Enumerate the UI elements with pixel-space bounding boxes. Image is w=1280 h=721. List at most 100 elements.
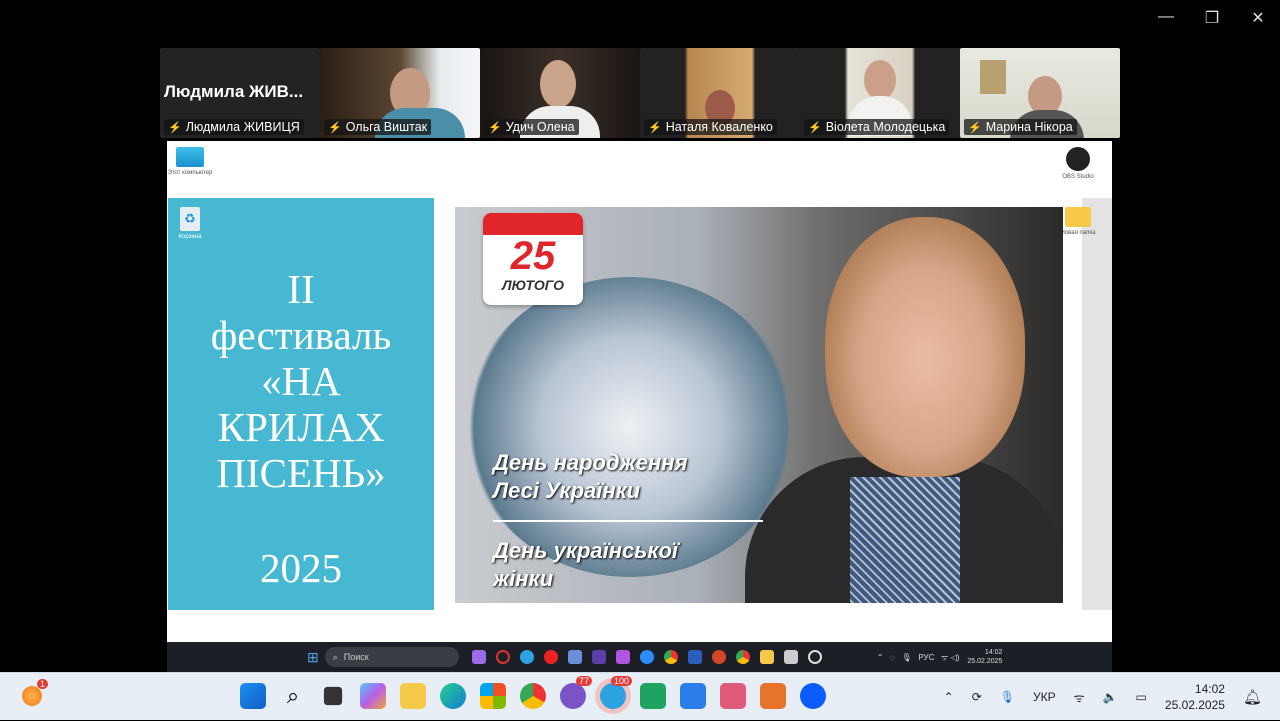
task-view-button[interactable]	[323, 686, 343, 706]
app-icon	[567, 650, 582, 664]
participant-tile[interactable]: ⚡ Наталя Коваленко	[640, 48, 800, 138]
participant-name-large: Людмила ЖИВ...	[164, 82, 304, 101]
caption-divider	[493, 520, 763, 522]
restore-button[interactable]: ❐	[1200, 8, 1224, 28]
store-button[interactable]	[480, 683, 506, 709]
notification-badge: 1	[36, 679, 48, 689]
chrome-icon	[735, 650, 750, 664]
viber-button[interactable]: 77	[560, 676, 592, 709]
shared-search-box: ⌕ Поиск	[324, 647, 459, 667]
sync-icon[interactable]: ⟳	[972, 690, 982, 704]
shared-screen: II фестиваль «НА КРИЛАХ ПІСЕНЬ» 2025 Это…	[167, 141, 1112, 672]
desktop-icon-this-pc[interactable]: Этот компьютер	[165, 147, 215, 176]
file-explorer-button[interactable]	[400, 683, 426, 709]
participant-name: Ольга Виштак	[345, 120, 428, 134]
festival-title-panel: II фестиваль «НА КРИЛАХ ПІСЕНЬ» 2025	[168, 198, 434, 610]
muted-mic-icon: ⚡	[968, 121, 982, 134]
battery-icon[interactable]: ▭	[1136, 690, 1147, 704]
powerpoint-icon	[711, 650, 726, 664]
clipchamp-icon	[615, 650, 630, 664]
opera-icon	[543, 650, 558, 664]
chrome-icon	[663, 650, 678, 664]
calendar-badge: 25 ЛЮТОГО	[483, 213, 583, 305]
desktop-icon-label: OBS Studio	[1062, 174, 1094, 180]
participant-tile-active-speaker[interactable]: ⚡ Віолета Молодецька	[800, 48, 960, 138]
shared-tray: ⌃ ◌ 🎙 РУС ᯤ ◁)	[876, 652, 960, 662]
file-explorer-icon	[759, 650, 774, 664]
telegram-icon	[519, 650, 534, 664]
word-icon	[687, 650, 702, 664]
docs-button[interactable]	[680, 683, 706, 709]
participant-name: Наталя Коваленко	[665, 120, 773, 134]
desktop-icon-recycle-bin[interactable]: ♻ Корзина	[165, 207, 215, 240]
microphone-icon[interactable]: 🎙	[1000, 690, 1015, 704]
desktop-background	[1082, 198, 1112, 610]
notification-bell-icon[interactable]: 🔔︎	[1243, 688, 1262, 706]
recycle-bin-icon: ♻	[180, 207, 200, 231]
monitor-icon	[176, 147, 204, 167]
bouquet-image	[465, 277, 795, 577]
obs-icon	[807, 650, 822, 664]
wifi-icon[interactable]: ᯤ	[1074, 689, 1085, 706]
slides-button[interactable]	[760, 683, 786, 709]
windows-start-icon: ⊞	[307, 648, 319, 665]
app-icon	[783, 650, 798, 664]
muted-mic-icon: ⚡	[488, 121, 502, 134]
volume-icon[interactable]: 🔈	[1103, 690, 1118, 704]
calendar-day: 25	[510, 234, 556, 278]
edge-button[interactable]	[440, 683, 466, 709]
minimize-button[interactable]: —	[1154, 8, 1178, 28]
weather-widget-icon[interactable]: 1	[22, 679, 48, 706]
chrome-button[interactable]	[520, 683, 546, 709]
system-tray: ⌃ ⟳ 🎙 УКР ᯤ 🔈 ▭ 14:02 25.02.2025 🔔︎	[944, 673, 1262, 721]
copilot-button[interactable]	[360, 683, 386, 709]
close-button[interactable]: ✕	[1246, 8, 1270, 28]
muted-mic-icon: ⚡	[648, 121, 662, 134]
muted-mic-icon: ⚡	[808, 121, 822, 134]
sheets-button[interactable]	[640, 683, 666, 709]
search-button[interactable]: ⌕	[280, 683, 306, 709]
title-line: II	[287, 266, 315, 312]
portrait-face	[825, 217, 1025, 477]
zoom-icon	[639, 650, 654, 664]
festival-year: 2025	[260, 545, 342, 591]
title-line: «НА	[261, 358, 341, 404]
muted-mic-icon: ⚡	[168, 121, 182, 134]
jw-icon	[591, 650, 606, 664]
chevron-up-icon[interactable]: ⌃	[944, 690, 954, 704]
clock[interactable]: 14:02 25.02.2025	[1165, 681, 1225, 713]
title-line: КРИЛАХ	[217, 404, 385, 450]
desktop-icon-label: Этот компьютер	[167, 170, 213, 176]
zoom-button[interactable]	[800, 683, 826, 709]
language-indicator[interactable]: УКР	[1033, 690, 1056, 704]
participant-tile[interactable]: ⚡ Ольга Виштак	[320, 48, 480, 138]
calendar-month: ЛЮТОГО	[501, 277, 565, 293]
desktop-icon-label: Новая папка	[1060, 230, 1096, 236]
start-button[interactable]	[240, 683, 266, 709]
desktop-icon-obs[interactable]: OBS Studio	[1053, 147, 1103, 180]
telegram-badge: 100	[610, 676, 632, 686]
opera-gx-icon	[495, 650, 510, 664]
participant-name: Марина Нікора	[985, 120, 1073, 134]
participant-tile[interactable]: ⚡ Марина Нікора	[960, 48, 1120, 138]
lesya-ukrainka-poster: 25 ЛЮТОГО День народження Лесі Українки …	[455, 207, 1063, 603]
title-line: ПІСЕНЬ»	[216, 450, 386, 496]
participant-tile[interactable]: Людмила ЖИВ... ⚡ Людмила ЖИВИЦЯ	[160, 48, 320, 138]
desktop-icon-label: Корзина	[178, 234, 202, 240]
participant-name: Віолета Молодецька	[825, 120, 946, 134]
title-line: фестиваль	[210, 312, 392, 358]
participant-strip: Людмила ЖИВ... ⚡ Людмила ЖИВИЦЯ ⚡ Ольга Ви…	[160, 48, 1120, 138]
participant-tile[interactable]: ⚡ Удич Олена	[480, 48, 640, 138]
shared-clock: 14:02 25.02.2025	[967, 649, 1003, 665]
telegram-button[interactable]: 100	[600, 676, 632, 709]
caption-womens-day: День української жінки	[493, 538, 679, 591]
shared-taskbar: ⊞ ⌕ Поиск ⌃ ◌ 🎙 РУС ᯤ ◁) 14:02 25.02.2025	[167, 642, 1112, 672]
embroidery	[850, 477, 960, 603]
muted-mic-icon: ⚡	[328, 121, 342, 134]
viber-badge: 77	[575, 676, 592, 686]
snipping-tool-button[interactable]	[720, 683, 746, 709]
participant-name: Удич Олена	[505, 120, 575, 134]
window-controls: — ❐ ✕	[1154, 8, 1270, 28]
taskbar: 1 ⌕ 77 100 ⌃ ⟳ 🎙 УКР ᯤ 🔈 ▭ 14:02 25.02.20…	[0, 672, 1280, 720]
folder-icon	[1065, 207, 1091, 227]
